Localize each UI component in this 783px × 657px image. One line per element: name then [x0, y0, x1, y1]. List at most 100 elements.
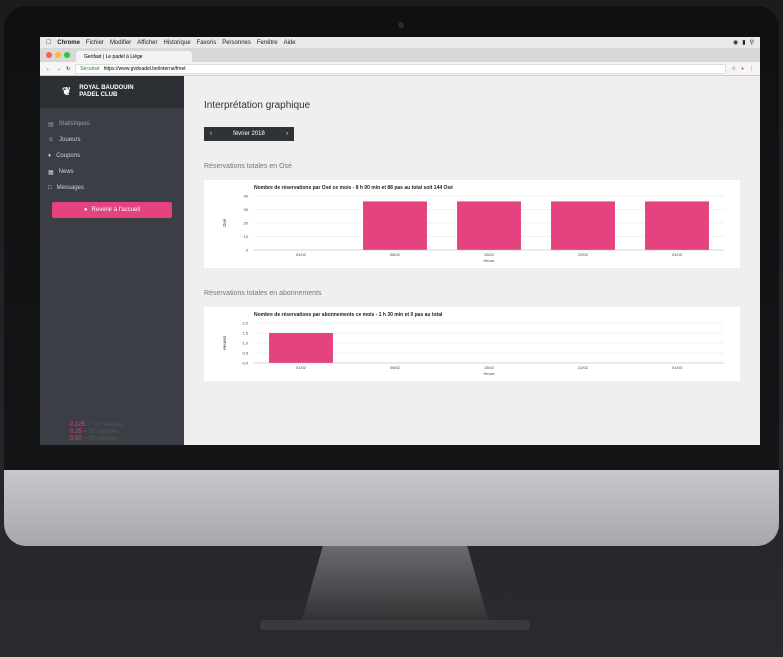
app: ❦ ROYAL BAUDOUIN PADEL CLUB ▤ Statistiqu…: [40, 76, 760, 445]
camera-dot: [398, 22, 404, 28]
bar: [363, 201, 427, 250]
prev-arrow-icon[interactable]: ‹: [210, 131, 212, 137]
menu-item[interactable]: Modifier: [110, 40, 131, 46]
chart-card-abonnements: Nombre de réservations par abonnements c…: [204, 307, 740, 381]
sidebar-item-label: Messages: [56, 185, 84, 191]
sidebar: ❦ ROYAL BAUDOUIN PADEL CLUB ▤ Statistiqu…: [40, 76, 184, 445]
minimize-window-icon[interactable]: [55, 52, 61, 58]
y-axis-label: Heures: [222, 335, 227, 350]
x-tick-label: 08/02: [390, 365, 401, 370]
section-title-abonnements: Réservations totales en abonnements: [204, 290, 322, 297]
chart-title: Nombre de réservations par Osé ce mois -…: [254, 185, 453, 191]
bar: [645, 201, 709, 250]
sidebar-item-label: Statistiques: [58, 121, 90, 127]
sidebar-item-label: Coupons: [56, 153, 81, 159]
bar: [457, 201, 521, 250]
message-icon: □: [48, 185, 52, 191]
brand-line2: PADEL CLUB: [79, 92, 118, 98]
y-tick-label: 0.5: [242, 351, 248, 356]
battery-icon[interactable]: ▮: [742, 39, 745, 46]
close-window-icon[interactable]: [46, 52, 52, 58]
section-title-ose: Réservations totales en Osé: [204, 163, 292, 170]
search-icon[interactable]: ⚲: [750, 39, 754, 46]
y-tick-label: 1.5: [242, 331, 248, 336]
sidebar-item-messages[interactable]: □ Messages: [40, 180, 184, 196]
browser-toolbar: ← → ↻ Sécurisé https://www.gvdoadel.be/i…: [40, 62, 760, 76]
x-tick-label: 22/02: [578, 252, 589, 257]
monitor-stand: [300, 546, 490, 626]
menu-item[interactable]: Fichier: [86, 40, 104, 46]
chart-title: Nombre de réservations par abonnements c…: [254, 312, 443, 318]
y-tick-label: 10: [244, 234, 249, 239]
extension-icon[interactable]: ●: [741, 66, 744, 72]
period-selector[interactable]: ‹ février 2018 ›: [204, 127, 294, 141]
reload-icon[interactable]: ↻: [66, 66, 70, 72]
legend-text: = 15 minutes: [83, 429, 118, 435]
main-content: Interprétation graphique ‹ février 2018 …: [184, 76, 760, 445]
bar: [551, 201, 615, 250]
menu-item[interactable]: Chrome: [57, 40, 80, 46]
menu-item[interactable]: Personnes: [222, 40, 251, 46]
x-tick-label: 15/02: [484, 252, 495, 257]
x-axis-label: Heure: [484, 258, 496, 263]
stand-base: [260, 620, 530, 630]
page-title: Interprétation graphique: [204, 100, 311, 111]
legend-key: 0.25: [70, 429, 82, 435]
legend-text: = 7,5 minutes: [86, 422, 123, 428]
y-tick-label: 0: [246, 248, 249, 253]
url-text: https://www.gvdoadel.be/interne/fmet: [103, 65, 186, 72]
menu-item[interactable]: Historique: [164, 40, 191, 46]
legend-row: 0.25 = 15 minutes: [70, 429, 123, 436]
tag-icon: ♦: [48, 153, 52, 159]
sidebar-item-statistiques[interactable]: ▤ Statistiques: [40, 116, 184, 132]
menu-item[interactable]: Aide: [284, 40, 296, 46]
y-tick-label: 2.0: [242, 321, 248, 326]
duration-legend: 0.125 = 7,5 minutes 0.25 = 15 minutes 0.…: [70, 422, 123, 443]
forward-icon[interactable]: →: [56, 66, 61, 72]
x-tick-label: 01/02: [296, 252, 307, 257]
brand-line1: ROYAL BAUDOUIN: [79, 85, 134, 91]
legend-row: 0.50 = 30 minutes: [70, 436, 123, 443]
brand[interactable]: ❦ ROYAL BAUDOUIN PADEL CLUB: [40, 76, 184, 108]
legend-row: 0.125 = 7,5 minutes: [70, 422, 123, 429]
x-tick-label: 22/02: [578, 365, 589, 370]
y-tick-label: 30: [244, 207, 249, 212]
y-tick-label: 1.0: [242, 341, 248, 346]
wifi-icon[interactable]: ◉: [733, 39, 738, 46]
star-icon[interactable]: ☆: [731, 66, 735, 72]
x-tick-label: 01/02: [296, 365, 307, 370]
chart-icon: ▤: [48, 121, 54, 128]
chart-card-ose: Nombre de réservations par Osé ce mois -…: [204, 180, 740, 268]
address-bar[interactable]: Sécurisé https://www.gvdoadel.be/interne…: [75, 63, 727, 74]
y-tick-label: 20: [244, 221, 249, 226]
screen:  Chrome Fichier Modifier Afficher Histo…: [40, 37, 760, 445]
x-tick-label: 15/02: [484, 365, 495, 370]
home-button[interactable]: ● Revenir à l'accueil: [52, 202, 172, 218]
chart-abonnements: Nombre de réservations par abonnements c…: [222, 312, 724, 376]
x-axis-label: Heure: [484, 371, 496, 376]
legend-key: 0.50: [70, 436, 82, 442]
sidebar-item-joueurs[interactable]: ☺ Joueurs: [40, 132, 184, 148]
menu-item[interactable]: Afficher: [137, 40, 157, 46]
back-icon[interactable]: ←: [46, 66, 51, 72]
period-label: février 2018: [233, 131, 265, 137]
menu-item[interactable]: Favoris: [197, 40, 217, 46]
status-icons: ◉ ▮ ⚲: [733, 39, 754, 46]
browser-tab[interactable]: Gerifast | Le padel à Liège: [76, 51, 192, 62]
home-icon: ●: [83, 207, 88, 213]
menu-item[interactable]: Fenêtre: [257, 40, 278, 46]
maximize-window-icon[interactable]: [64, 52, 70, 58]
next-arrow-icon[interactable]: ›: [286, 131, 288, 137]
sidebar-item-news[interactable]: ▦ News: [40, 164, 184, 180]
apple-icon[interactable]: : [46, 39, 51, 46]
sidebar-item-coupons[interactable]: ♦ Coupons: [40, 148, 184, 164]
os-menubar:  Chrome Fichier Modifier Afficher Histo…: [40, 37, 760, 48]
newspaper-icon: ▦: [48, 169, 54, 176]
window-controls: [46, 52, 70, 58]
y-tick-label: 40: [244, 194, 249, 199]
y-tick-label: 0.0: [242, 361, 248, 366]
y-axis-label: Osé: [222, 218, 227, 227]
logo-icon: ❦: [62, 85, 72, 98]
menu-icon[interactable]: ⋮: [749, 66, 754, 72]
secure-label: Sécurisé: [80, 65, 100, 72]
